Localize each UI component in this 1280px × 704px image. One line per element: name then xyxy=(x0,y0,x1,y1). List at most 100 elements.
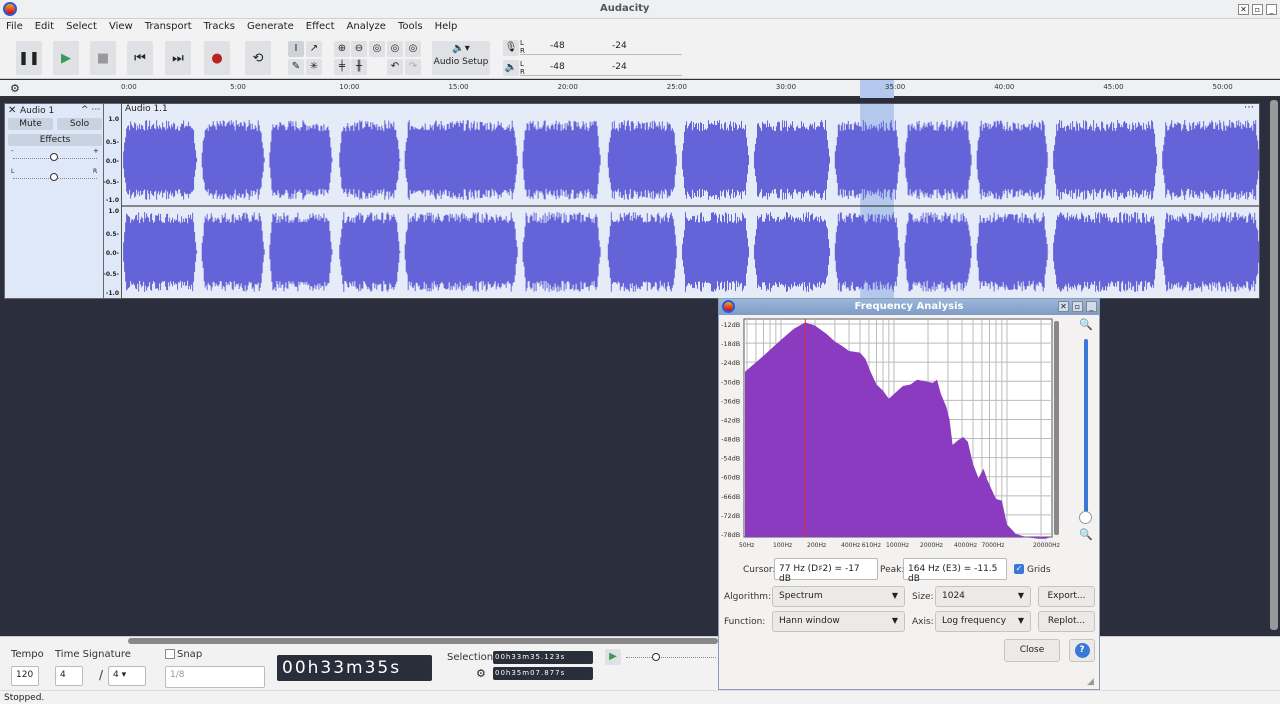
zoom-out-icon[interactable]: 🔍 xyxy=(1079,528,1093,541)
horizontal-scrollbar[interactable] xyxy=(128,638,718,644)
snap-select[interactable]: 1/8 xyxy=(165,666,265,688)
timeline-ruler[interactable]: ⚙ 0:00 5:00 10:00 15:00 20:00 25:00 30:00 35:00… xyxy=(0,80,1280,98)
axis-select[interactable]: Log frequency xyxy=(935,611,1031,632)
vertical-scrollbar[interactable] xyxy=(1270,100,1278,630)
menu-help[interactable]: Help xyxy=(429,19,464,37)
menu-file[interactable]: File xyxy=(0,19,29,37)
freq-label: 4000Hz xyxy=(954,542,977,549)
track-name[interactable]: Audio 1 xyxy=(20,106,54,116)
menu-tools[interactable]: Tools xyxy=(392,19,429,37)
dialog-maximize-icon[interactable]: ▫ xyxy=(1072,301,1083,312)
menu-view[interactable]: View xyxy=(103,19,139,37)
waveform-area[interactable]: Audio 1.1 ⋯ xyxy=(121,102,1261,299)
menu-effect[interactable]: Effect xyxy=(300,19,341,37)
waveform-channel xyxy=(1162,120,1261,200)
gear-icon[interactable]: ⚙ xyxy=(10,82,20,95)
solo-button[interactable]: Solo xyxy=(57,118,102,130)
menu-analyze[interactable]: Analyze xyxy=(341,19,392,37)
snap-checkbox[interactable] xyxy=(165,649,175,659)
selection-tool-icon[interactable]: I xyxy=(288,41,304,57)
dialog-title-bar[interactable]: Frequency Analysis xyxy=(719,299,1099,315)
minimize-window-button[interactable]: _ xyxy=(1266,4,1277,15)
pause-button[interactable]: ❚❚ xyxy=(16,41,42,75)
function-select[interactable]: Hann window xyxy=(772,611,905,632)
play-button[interactable]: ▶ xyxy=(53,41,79,75)
microphone-icon[interactable]: 🎙 xyxy=(503,40,519,56)
audio-setup-label: Audio Setup xyxy=(433,57,489,67)
scale-label: 0.5- xyxy=(105,139,119,146)
audacity-logo-icon xyxy=(722,300,735,313)
selection-end[interactable]: 00h35m07.877s xyxy=(493,667,593,680)
zoom-slider[interactable] xyxy=(1084,339,1088,519)
pan-slider-thumb[interactable] xyxy=(50,173,58,181)
resize-grip-icon[interactable]: ◢ xyxy=(1087,677,1094,687)
dialog-minimize-icon[interactable]: _ xyxy=(1086,301,1097,312)
trim-icon[interactable]: ╪ xyxy=(334,59,350,75)
fit-project-icon[interactable]: ◎ xyxy=(387,41,403,57)
undo-icon[interactable]: ↶ xyxy=(387,59,403,75)
play-speed-thumb[interactable] xyxy=(652,653,660,661)
time-display[interactable]: 00h33m35s xyxy=(277,655,432,681)
dialog-close-icon[interactable]: ✕ xyxy=(1058,301,1069,312)
tempo-input[interactable]: 120 xyxy=(11,666,39,686)
menu-transport[interactable]: Transport xyxy=(139,19,198,37)
algorithm-select[interactable]: Spectrum xyxy=(772,586,905,607)
redo-icon[interactable]: ↷ xyxy=(405,59,421,75)
size-select[interactable]: 1024 xyxy=(935,586,1031,607)
spectrum-plot[interactable]: -12dB -18dB -24dB -30dB -36dB -42dB -48dB -54dB… xyxy=(719,315,1099,555)
play-speed-slider[interactable] xyxy=(626,657,716,658)
menu-edit[interactable]: Edit xyxy=(29,19,60,37)
selection-start[interactable]: 00h33m35.123s xyxy=(493,651,593,664)
mute-button[interactable]: Mute xyxy=(8,118,53,130)
draw-tool-icon[interactable]: ✎ xyxy=(288,59,304,75)
loop-button[interactable]: ⟲ xyxy=(245,41,271,75)
collapse-icon[interactable]: ^ ⋯ xyxy=(81,105,100,115)
zoom-slider-thumb[interactable] xyxy=(1079,511,1092,524)
skip-end-button[interactable]: ⏭ xyxy=(165,41,191,75)
cursor-field[interactable]: 77 Hz (D♯2) = -17 dB xyxy=(774,558,878,584)
time-sig-numerator[interactable]: 4 xyxy=(55,666,83,686)
time-sig-denominator[interactable]: 4 ▾ xyxy=(108,666,146,686)
clip-name[interactable]: Audio 1.1 xyxy=(125,104,168,114)
clip-menu-icon[interactable]: ⋯ xyxy=(1244,102,1254,113)
menu-tracks[interactable]: Tracks xyxy=(198,19,241,37)
close-window-button[interactable]: ✕ xyxy=(1238,4,1249,15)
audio-setup-button[interactable]: 🔈▾ Audio Setup xyxy=(432,41,490,75)
waveform[interactable] xyxy=(122,104,1261,298)
stop-button[interactable]: ■ xyxy=(90,41,116,75)
replot-button[interactable]: Replot... xyxy=(1038,611,1095,632)
multi-tool-icon[interactable]: ✳ xyxy=(306,59,322,75)
waveform-channel xyxy=(339,120,401,200)
playback-meter[interactable]: -48 -24 xyxy=(520,60,682,76)
zoom-toggle-icon[interactable]: ◎ xyxy=(405,41,421,57)
maximize-window-button[interactable]: ▫ xyxy=(1252,4,1263,15)
effects-button[interactable]: Effects xyxy=(8,134,102,146)
zoom-in-icon[interactable]: ⊕ xyxy=(334,41,350,57)
menu-generate[interactable]: Generate xyxy=(241,19,300,37)
db-label: -60dB xyxy=(721,474,740,482)
help-button[interactable]: ? xyxy=(1069,639,1095,662)
fit-selection-icon[interactable]: ◎ xyxy=(369,41,385,57)
record-meter[interactable]: -48 -24 xyxy=(520,39,682,55)
gain-slider-thumb[interactable] xyxy=(50,153,58,161)
playback-speaker-icon[interactable]: 🔈 xyxy=(503,60,519,76)
selection-settings-icon[interactable]: ⚙ xyxy=(476,667,486,680)
zoom-out-icon[interactable]: ⊖ xyxy=(351,41,367,57)
play-at-speed-button[interactable]: ▶ xyxy=(605,649,621,665)
record-button[interactable]: ● xyxy=(204,41,230,75)
track-control-panel: ✕ Audio 1 ^ ⋯ Mute Solo Effects - + L R xyxy=(4,103,104,299)
waveform-channel xyxy=(682,120,749,200)
skip-start-button[interactable]: ⏮ xyxy=(127,41,153,75)
export-button[interactable]: Export... xyxy=(1038,586,1095,607)
ruler-label: 45:00 xyxy=(1103,83,1124,91)
peak-field[interactable]: 164 Hz (E3) = -11.5 dB xyxy=(903,558,1007,584)
menu-select[interactable]: Select xyxy=(60,19,103,37)
ruler-label: 15:00 xyxy=(448,83,469,91)
close-button[interactable]: Close xyxy=(1004,639,1060,662)
db-label: -72dB xyxy=(721,512,740,520)
zoom-in-icon[interactable]: 🔍 xyxy=(1079,318,1093,331)
close-track-icon[interactable]: ✕ xyxy=(8,105,16,116)
envelope-tool-icon[interactable]: ↗ xyxy=(306,41,322,57)
grids-checkbox[interactable]: ✓ xyxy=(1014,564,1024,574)
silence-icon[interactable]: ╫ xyxy=(351,59,367,75)
